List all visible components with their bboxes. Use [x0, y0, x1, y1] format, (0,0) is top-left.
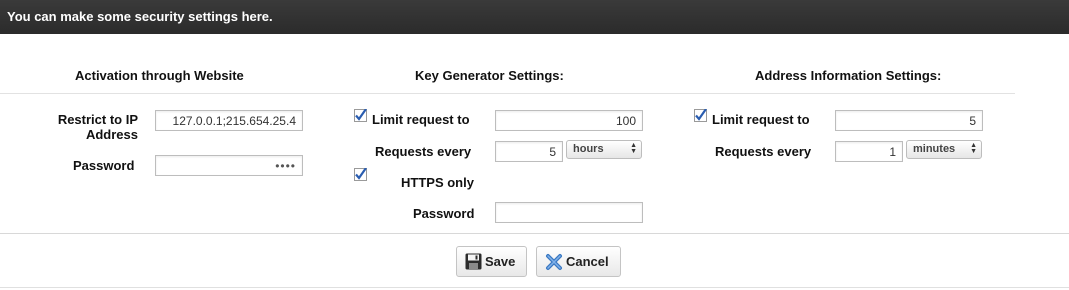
keygen-limit-label: Limit request to [372, 112, 470, 127]
keygen-limit-input[interactable] [495, 110, 643, 131]
restrict-ip-input[interactable] [155, 110, 303, 131]
keygen-every-unit-select[interactable]: hours ▲ ▼ [566, 140, 642, 159]
save-button[interactable]: Save [456, 246, 527, 277]
keygen-password-label: Password [413, 206, 475, 221]
activation-password-label: Password [73, 158, 135, 173]
save-button-label: Save [485, 254, 516, 269]
section-title-keygen: Key Generator Settings: [415, 68, 564, 83]
page-header: You can make some security settings here… [0, 0, 1069, 34]
floppy-disk-icon [465, 253, 482, 270]
divider-top [0, 93, 1015, 94]
section-title-address: Address Information Settings: [755, 68, 942, 83]
divider-footer [0, 287, 1069, 288]
select-arrows-icon: ▲ ▼ [630, 142, 637, 155]
cancel-button[interactable]: Cancel [536, 246, 621, 277]
select-arrows-icon: ▲ ▼ [970, 142, 977, 155]
cancel-button-label: Cancel [566, 254, 609, 269]
address-every-label: Requests every [715, 144, 812, 159]
address-every-unit-select[interactable]: minutes ▲ ▼ [906, 140, 982, 159]
activation-password-input[interactable] [155, 155, 303, 176]
address-every-input[interactable] [835, 141, 903, 162]
restrict-ip-label: Restrict to IP Address [57, 112, 138, 142]
address-every-unit-value: minutes [913, 143, 956, 155]
address-limit-label: Limit request to [712, 112, 810, 127]
keygen-every-unit-value: hours [573, 143, 604, 155]
keygen-every-label: Requests every [375, 144, 472, 159]
keygen-limit-checkbox[interactable] [354, 109, 367, 122]
section-title-activation: Activation through Website [75, 68, 244, 83]
keygen-https-checkbox[interactable] [354, 168, 367, 181]
x-icon [546, 253, 562, 270]
keygen-https-label: HTTPS only [401, 175, 474, 190]
keygen-password-input[interactable] [495, 202, 643, 223]
address-limit-input[interactable] [835, 110, 983, 131]
address-limit-checkbox[interactable] [694, 109, 707, 122]
divider-bottom [0, 233, 1069, 234]
page-header-title: You can make some security settings here… [7, 9, 273, 24]
keygen-every-input[interactable] [495, 141, 563, 162]
